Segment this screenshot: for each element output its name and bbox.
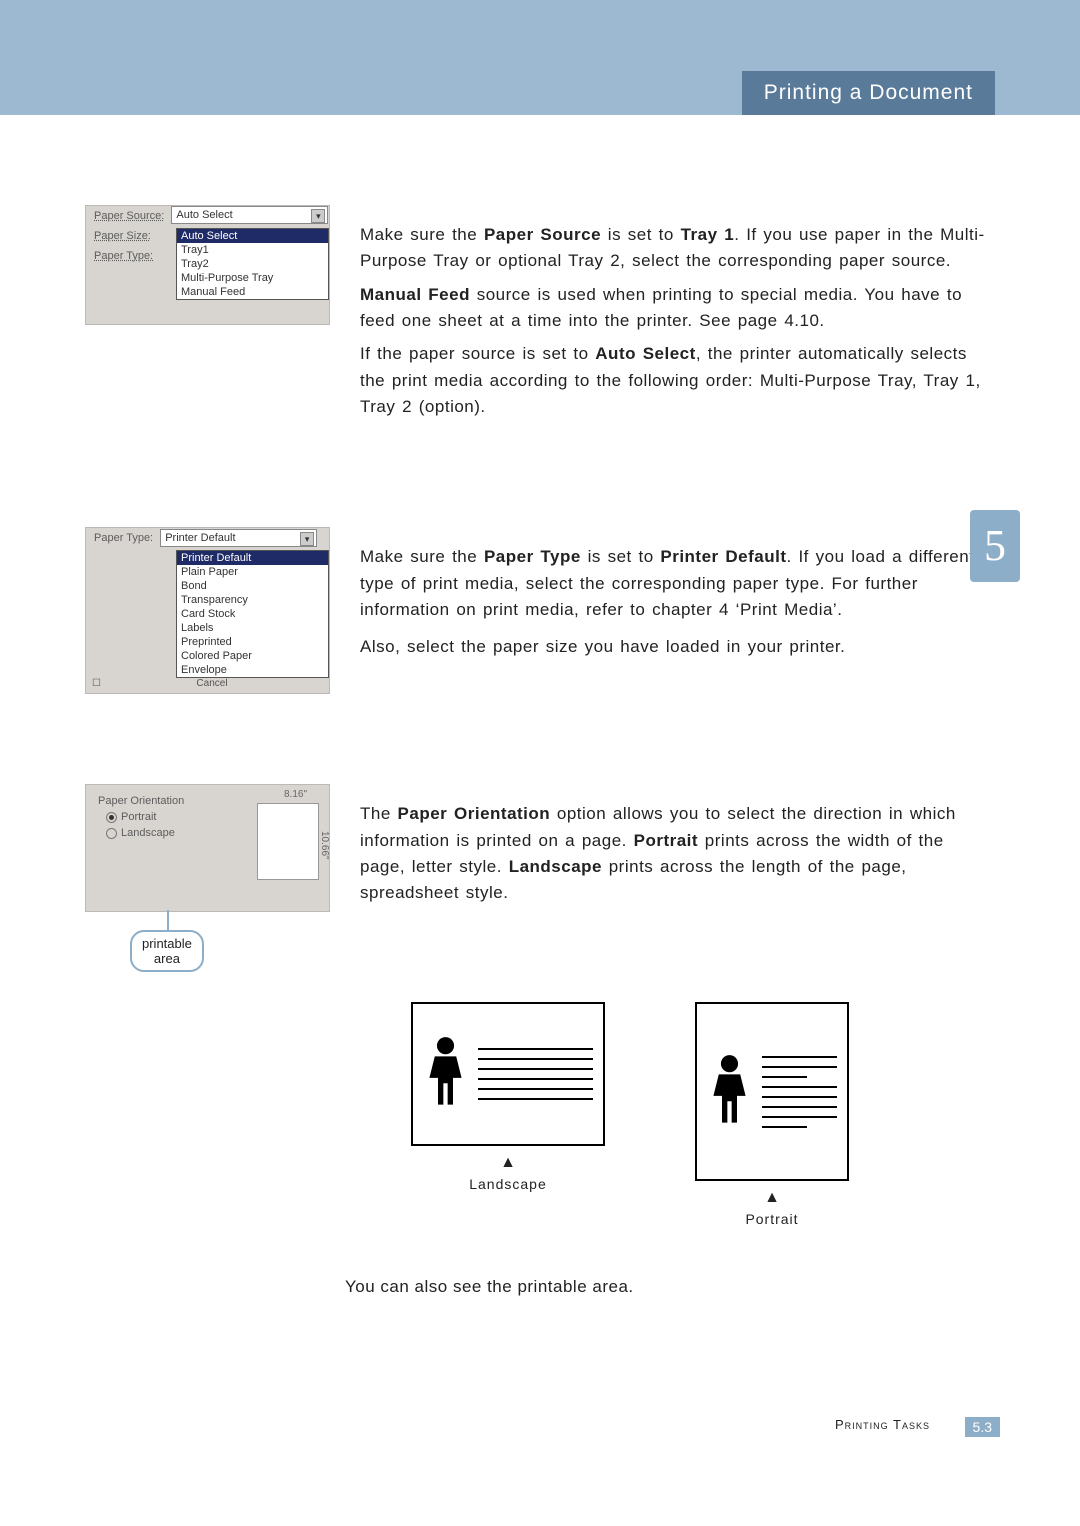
option-tray1[interactable]: Tray1	[177, 243, 328, 257]
printable-area-note: You can also see the printable area.	[345, 1277, 995, 1297]
dimension-height: 10.66"	[319, 831, 330, 860]
diagram-portrait: ▲ Portrait	[695, 1002, 849, 1227]
dimension-width: 8.16"	[284, 789, 307, 800]
orientation-text: The Paper Orientation option allows you …	[360, 784, 995, 972]
paper-type-options[interactable]: Printer Default Plain Paper Bond Transpa…	[176, 550, 329, 678]
label-landscape: Landscape	[411, 1176, 605, 1192]
option-envelope[interactable]: Envelope	[177, 663, 328, 677]
footer-page-number: 5.3	[965, 1417, 1000, 1437]
screenshot-paper-source: Paper Source: Auto Select ▾ Paper Size: …	[85, 205, 330, 325]
section-paper-type: Paper Type: Printer Default ▾ Printer De…	[85, 527, 995, 694]
option-colored-paper[interactable]: Colored Paper	[177, 649, 328, 663]
paper-source-text: Make sure the Paper Source is set to Tra…	[360, 205, 995, 437]
option-printer-default[interactable]: Printer Default	[177, 551, 328, 565]
paper-type-text: Make sure the Paper Type is set to Print…	[360, 527, 995, 694]
label-paper-source: Paper Source:	[86, 206, 168, 226]
up-arrow-icon: ▲	[411, 1154, 605, 1172]
radio-icon	[106, 828, 117, 839]
label-portrait: Portrait	[695, 1211, 849, 1227]
screenshot-orientation: Paper Orientation Portrait Landscape 8.1…	[85, 784, 330, 912]
option-preprinted[interactable]: Preprinted	[177, 635, 328, 649]
option-plain-paper[interactable]: Plain Paper	[177, 565, 328, 579]
printable-area-callout: printable area	[130, 930, 204, 972]
section-paper-source: Paper Source: Auto Select ▾ Paper Size: …	[85, 205, 995, 437]
paper-source-value: Auto Select	[176, 209, 232, 221]
page-footer: Printing Tasks 5.3	[0, 1417, 1080, 1477]
cancel-label[interactable]: Cancel	[196, 678, 227, 689]
person-icon	[707, 1053, 752, 1131]
paper-source-options[interactable]: Auto Select Tray1 Tray2 Multi-Purpose Tr…	[176, 228, 329, 300]
orientation-diagrams: ▲ Landscape ▲ Portrait	[265, 1002, 995, 1227]
paper-type-select[interactable]: Printer Default ▾	[160, 529, 317, 547]
radio-icon	[106, 812, 117, 823]
dropdown-arrow-icon[interactable]: ▾	[311, 209, 325, 223]
screenshot-paper-type: Paper Type: Printer Default ▾ Printer De…	[85, 527, 330, 694]
option-card-stock[interactable]: Card Stock	[177, 607, 328, 621]
up-arrow-icon: ▲	[695, 1189, 849, 1207]
option-multi-purpose[interactable]: Multi-Purpose Tray	[177, 271, 328, 285]
dropdown-arrow-icon[interactable]: ▾	[300, 532, 314, 546]
option-labels[interactable]: Labels	[177, 621, 328, 635]
label-paper-type2: Paper Type:	[86, 528, 157, 548]
option-auto-select[interactable]: Auto Select	[177, 229, 328, 243]
label-paper-size: Paper Size:	[86, 226, 155, 246]
footer-section: Printing Tasks	[835, 1417, 930, 1432]
section-orientation: Paper Orientation Portrait Landscape 8.1…	[85, 784, 995, 972]
orientation-preview	[257, 803, 319, 880]
option-transparency[interactable]: Transparency	[177, 593, 328, 607]
option-manual-feed[interactable]: Manual Feed	[177, 285, 328, 299]
header-band: Printing a Document	[0, 0, 1080, 115]
label-paper-type: Paper Type:	[86, 246, 157, 266]
option-bond[interactable]: Bond	[177, 579, 328, 593]
person-icon	[423, 1035, 468, 1113]
paper-type-value: Printer Default	[165, 532, 235, 544]
chapter-tab: 5	[970, 510, 1020, 582]
page-title: Printing a Document	[742, 71, 995, 115]
paper-source-select[interactable]: Auto Select ▾	[171, 206, 328, 224]
option-tray2[interactable]: Tray2	[177, 257, 328, 271]
diagram-landscape: ▲ Landscape	[411, 1002, 605, 1227]
